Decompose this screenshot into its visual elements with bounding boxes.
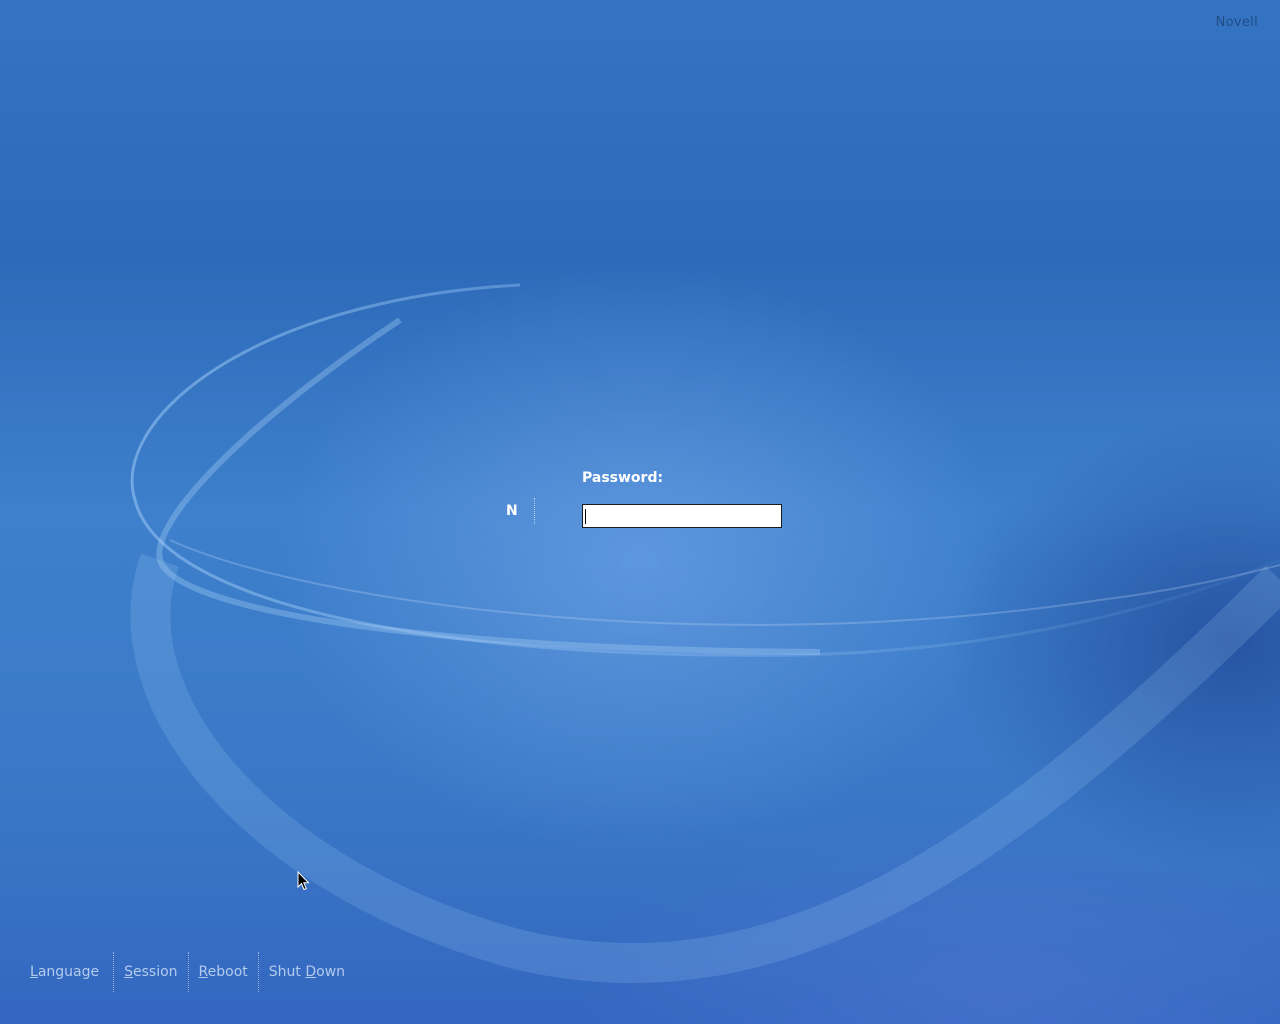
- reboot-button[interactable]: Reboot: [189, 952, 258, 992]
- password-input[interactable]: [582, 504, 782, 528]
- password-label: Password:: [582, 470, 664, 486]
- language-mnemonic: L: [30, 964, 38, 980]
- login-panel: N Password:: [500, 468, 800, 538]
- shutdown-mnemonic: D: [305, 964, 317, 980]
- reboot-label: eboot: [207, 964, 248, 980]
- session-mnemonic: S: [124, 964, 133, 980]
- language-label: anguage: [37, 964, 100, 980]
- shutdown-label-prefix: Shut: [268, 964, 306, 980]
- language-button[interactable]: Language: [30, 952, 113, 992]
- novell-n-icon: N: [506, 503, 518, 519]
- mouse-pointer-icon: [297, 871, 310, 891]
- session-label: ession: [133, 964, 178, 980]
- reboot-mnemonic: R: [198, 964, 208, 980]
- bottom-menu: Language Session Reboot Shut Down: [30, 952, 355, 992]
- novell-brand-text: Novell: [1215, 15, 1258, 30]
- shutdown-label: own: [316, 964, 346, 980]
- shutdown-button[interactable]: Shut Down: [259, 952, 355, 992]
- login-divider: [534, 498, 535, 524]
- session-button[interactable]: Session: [114, 952, 187, 992]
- text-caret: [585, 509, 586, 524]
